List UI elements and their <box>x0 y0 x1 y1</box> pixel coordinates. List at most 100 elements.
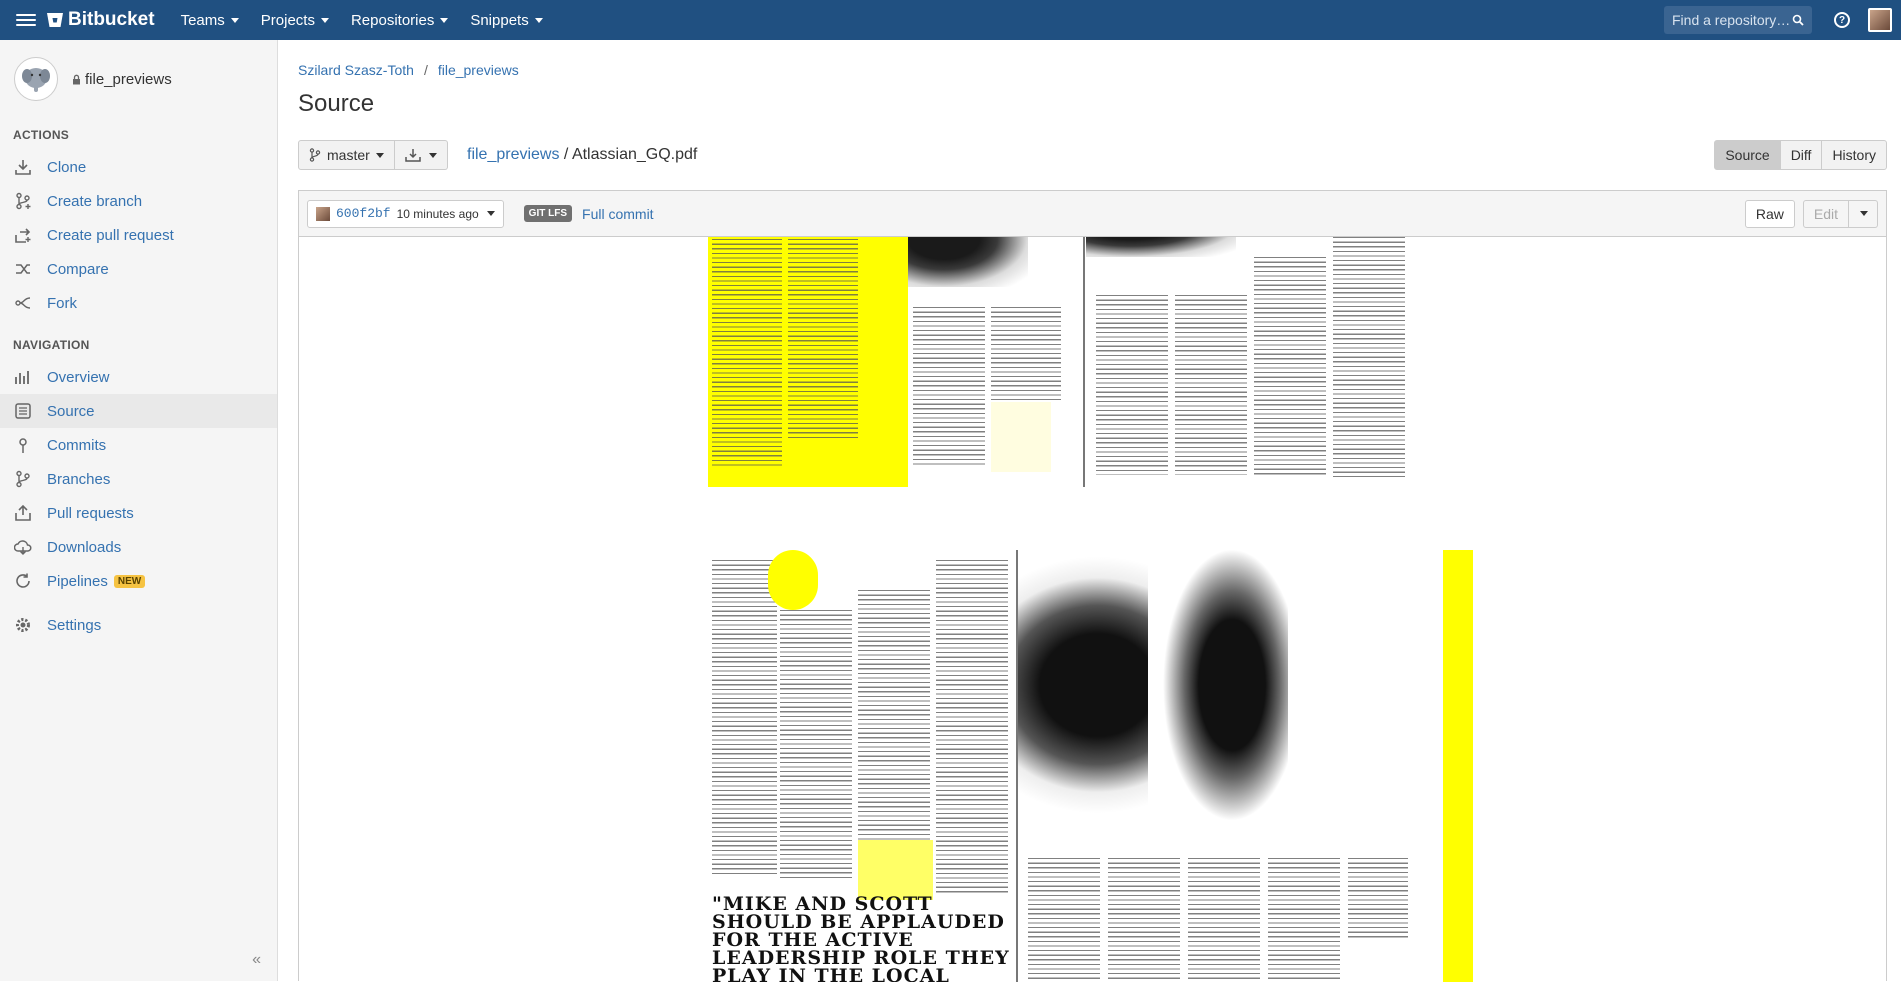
sidebar-item-clone[interactable]: Clone <box>0 150 277 184</box>
text-column <box>1333 237 1405 477</box>
pdf-preview[interactable]: "MIKE AND SCOTT SHOULD BE APPLAUDED FOR … <box>299 237 1886 982</box>
illustration <box>858 840 933 900</box>
text-column <box>1028 858 1100 982</box>
sidebar-item-create-branch[interactable]: Create branch <box>0 184 277 218</box>
sidebar-item-settings[interactable]: Settings <box>0 608 277 642</box>
yellow-panel <box>1443 550 1473 982</box>
sidebar: file_previews ACTIONS Clone Create branc… <box>0 40 278 981</box>
sidebar-item-overview[interactable]: Overview <box>0 360 277 394</box>
sidebar-item-compare[interactable]: Compare <box>0 252 277 286</box>
edit-menu-button[interactable] <box>1849 199 1878 228</box>
commit-selector[interactable]: 600f2bf 10 minutes ago <box>307 199 504 228</box>
nav-teams[interactable]: Teams <box>181 12 239 29</box>
sidebar-item-label: Create pull request <box>47 226 174 244</box>
tab-history[interactable]: History <box>1821 140 1887 170</box>
text-column <box>1254 257 1326 475</box>
navigation-section-title: NAVIGATION <box>13 338 90 352</box>
sidebar-item-label: Compare <box>47 260 109 278</box>
bitbucket-logo[interactable]: Bitbucket <box>46 9 155 31</box>
sidebar-item-label: Source <box>47 402 95 420</box>
repo-name[interactable]: file_previews <box>72 71 172 88</box>
nav-repositories[interactable]: Repositories <box>351 12 449 29</box>
illustration <box>991 402 1051 472</box>
text-column <box>1096 295 1168 475</box>
gear-icon <box>13 615 33 635</box>
pdf-page <box>708 237 1473 487</box>
chevron-down-icon <box>534 17 543 23</box>
sidebar-item-label: Fork <box>47 294 77 312</box>
text-column <box>936 560 1008 895</box>
file-header: 600f2bf 10 minutes ago GIT LFS Full comm… <box>299 191 1886 237</box>
sidebar-item-label: Pipelines <box>47 572 108 590</box>
text-column <box>1348 858 1408 938</box>
file-path-separator: / <box>559 146 572 163</box>
text-column <box>1188 858 1260 982</box>
full-commit-link[interactable]: Full commit <box>582 206 654 222</box>
breadcrumb-repo-link[interactable]: file_previews <box>438 62 519 78</box>
repository-search-input[interactable]: Find a repository… <box>1664 6 1812 34</box>
compare-icon <box>13 259 33 279</box>
nav-snippets[interactable]: Snippets <box>470 11 543 29</box>
sidebar-item-branches[interactable]: Branches <box>0 462 277 496</box>
chevron-down-icon <box>230 17 239 23</box>
edit-button[interactable]: Edit <box>1802 199 1849 228</box>
pdf-page: "MIKE AND SCOTT SHOULD BE APPLAUDED FOR … <box>708 550 1473 982</box>
download-menu-button[interactable] <box>394 140 448 170</box>
branch-toolbar: master <box>298 140 448 170</box>
sidebar-item-commits[interactable]: Commits <box>0 428 277 462</box>
actions-section-title: ACTIONS <box>13 128 70 142</box>
repo-header: file_previews <box>0 40 277 118</box>
text-column <box>788 239 858 439</box>
search-placeholder: Find a repository… <box>1672 12 1791 28</box>
text-column <box>858 590 930 880</box>
sidebar-item-source[interactable]: Source <box>0 394 277 428</box>
file-path-dir-link[interactable]: file_previews <box>467 146 559 163</box>
sidebar-item-fork[interactable]: Fork <box>0 286 277 320</box>
magazine-photo <box>908 237 1028 287</box>
page-gutter <box>1083 237 1085 487</box>
chevron-down-icon <box>320 17 329 23</box>
nav-projects[interactable]: Projects <box>261 12 329 29</box>
nav-teams-label: Teams <box>180 11 225 29</box>
repo-avatar[interactable] <box>14 57 58 101</box>
raw-button[interactable]: Raw <box>1744 199 1795 228</box>
menu-icon[interactable] <box>16 14 36 26</box>
pull-requests-icon <box>13 503 33 523</box>
nav-projects-label: Projects <box>260 11 315 29</box>
magazine-photo <box>1086 237 1236 257</box>
source-icon <box>13 401 33 421</box>
commit-hash: 600f2bf <box>336 206 391 221</box>
sidebar-item-create-pull-request[interactable]: Create pull request <box>0 218 277 252</box>
text-column <box>1108 858 1180 982</box>
sidebar-item-label: Pull requests <box>47 504 134 522</box>
sidebar-item-label: Clone <box>47 158 87 176</box>
chevron-down-icon <box>1860 211 1868 216</box>
branch-selector[interactable]: master <box>298 140 395 170</box>
bitbucket-icon <box>47 13 63 27</box>
collapse-sidebar-button[interactable]: « <box>252 951 261 969</box>
sidebar-item-label: Create branch <box>47 192 143 210</box>
help-icon[interactable]: ? <box>1834 12 1850 28</box>
clone-icon <box>13 157 33 177</box>
author-avatar <box>316 206 330 221</box>
user-avatar[interactable] <box>1868 8 1892 32</box>
illustration <box>768 550 818 610</box>
overview-icon <box>13 367 33 387</box>
chevron-down-icon <box>440 17 449 23</box>
breadcrumb: Szilard Szasz-Toth / file_previews <box>298 62 519 78</box>
tab-diff[interactable]: Diff <box>1779 140 1823 170</box>
sidebar-item-label: Downloads <box>47 538 122 556</box>
branches-icon <box>13 469 33 489</box>
tab-source[interactable]: Source <box>1714 140 1781 170</box>
sidebar-item-pull-requests[interactable]: Pull requests <box>0 496 277 530</box>
commits-icon <box>13 435 33 455</box>
help-label: ? <box>1838 14 1846 26</box>
nav-snippets-label: Snippets <box>470 11 529 29</box>
text-column <box>712 239 782 467</box>
sidebar-item-pipelines[interactable]: Pipelines NEW <box>0 564 277 598</box>
file-path: file_previews / Atlassian_GQ.pdf <box>467 146 697 164</box>
breadcrumb-owner-link[interactable]: Szilard Szasz-Toth <box>298 62 414 78</box>
sidebar-item-downloads[interactable]: Downloads <box>0 530 277 564</box>
edit-button-group: Edit <box>1802 199 1878 228</box>
branch-icon <box>13 191 33 211</box>
